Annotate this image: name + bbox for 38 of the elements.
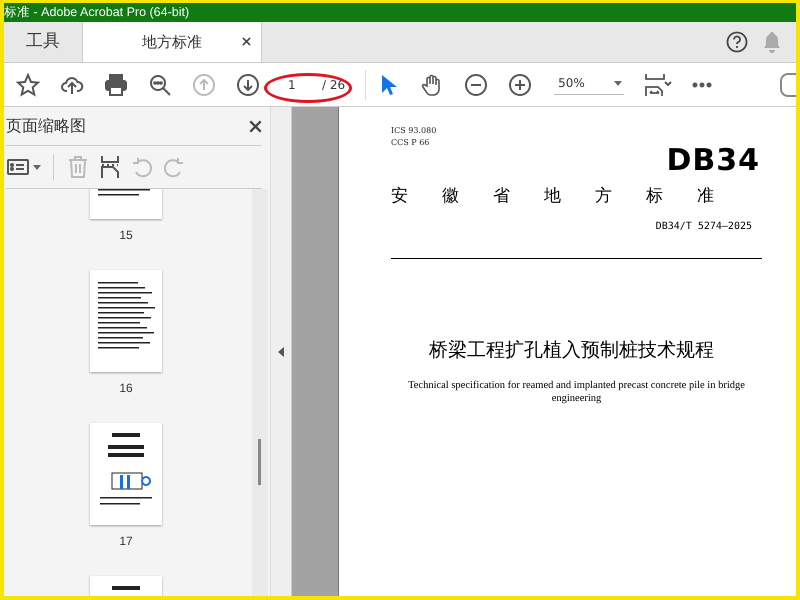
search-icon <box>148 72 172 96</box>
trash-icon <box>66 155 90 179</box>
document-subtitle: Technical specification for reamed and implanted precast concrete pile in bridge engineering <box>407 379 746 405</box>
page-thumbnail-item[interactable]: 16 <box>90 270 162 395</box>
scrollbar[interactable] <box>252 189 268 596</box>
close-icon[interactable] <box>249 120 262 132</box>
zoom-in-icon <box>508 72 532 96</box>
panel-title: 页面缩略图 <box>6 116 86 136</box>
standard-number: DB34/T 5274—2025 <box>656 221 752 232</box>
help-icon[interactable] <box>726 31 748 53</box>
page-number-label: 16 <box>119 381 133 395</box>
zoom-dropdown[interactable]: 50% <box>554 74 624 95</box>
caret-icon <box>614 80 622 86</box>
tab[interactable]: 地方标准 <box>82 22 262 62</box>
page-extract-icon <box>98 155 122 179</box>
caret-icon <box>33 164 41 170</box>
zoom-out-icon <box>464 72 488 96</box>
page-number-field[interactable]: 1 <box>288 78 312 92</box>
undo-icon <box>130 155 154 179</box>
collapse-arrow-icon[interactable] <box>278 346 284 356</box>
page-number-label: 17 <box>119 534 133 548</box>
document-title: 桥梁工程扩孔植入预制桩技术规程 <box>428 338 715 363</box>
fit-page-icon <box>643 72 674 96</box>
window-title: 标准 - Adobe Acrobat Pro (64-bit) <box>4 3 796 22</box>
tab[interactable]: 工具 <box>4 22 82 58</box>
extract-button[interactable] <box>98 155 122 179</box>
more-icon <box>692 82 712 88</box>
page-thumbnail-item[interactable]: 15 <box>90 189 162 242</box>
redo-icon <box>162 155 186 179</box>
standard-logo: DB34 <box>666 143 760 178</box>
ics-code: ICS 93.080 <box>391 125 438 137</box>
star-icon <box>16 72 40 96</box>
printer-icon <box>104 72 128 96</box>
page-thumbnail-item[interactable]: 17 <box>90 423 162 548</box>
close-tab-icon[interactable] <box>242 37 251 46</box>
issuer-heading: 安徽省地方标准 <box>391 185 749 207</box>
ccs-code: CCS P 66 <box>391 137 430 149</box>
page-number-label: 15 <box>119 228 133 242</box>
